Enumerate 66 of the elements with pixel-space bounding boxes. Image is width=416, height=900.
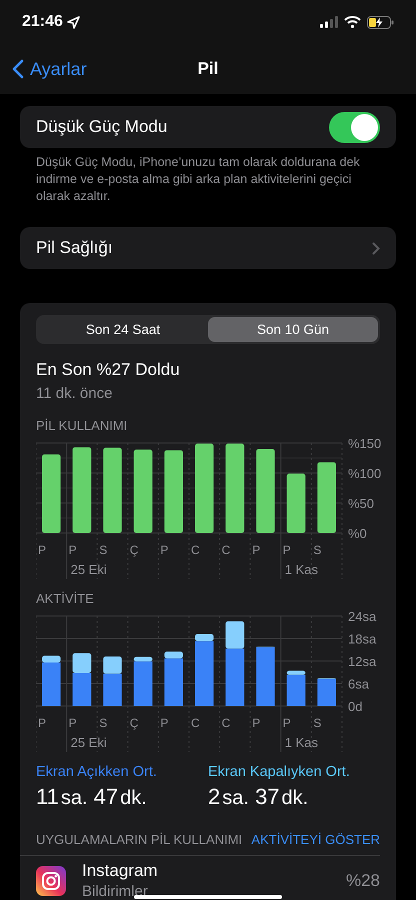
chart-title: AKTİVİTE <box>36 591 95 606</box>
day-label: S <box>99 543 108 557</box>
chevron-icon <box>372 242 380 254</box>
day-label: C <box>191 716 200 730</box>
app-detail: Bildirimler <box>82 883 148 900</box>
average-value: 2sa. 37dk. <box>208 784 310 810</box>
day-label: Ç <box>130 543 138 557</box>
day-label: P <box>252 716 260 730</box>
battery-health-row[interactable]: Pil Sağlığı <box>20 227 396 269</box>
axis-tick-label: %150 <box>348 436 382 451</box>
app-name: Instagram <box>82 861 158 881</box>
setting-label: Düşük Güç Modu <box>36 117 168 137</box>
average-value: 11sa. 47dk. <box>36 784 148 810</box>
day-label: P <box>160 716 168 730</box>
axis-tick-label: 18sa <box>348 632 376 646</box>
average-label: Ekran Kapalıyken Ort. <box>208 764 351 780</box>
day-label: S <box>99 716 108 730</box>
show-activity-link[interactable]: AKTİVİTEYİ GÖSTER <box>251 832 380 847</box>
usage-percent: %28 <box>346 870 380 890</box>
date-label: 25 Eki <box>70 735 107 750</box>
location-arrow-icon <box>66 16 80 28</box>
day-label: P <box>160 543 168 557</box>
chart-bar <box>317 462 336 533</box>
date-label: 1 Kas <box>284 735 318 750</box>
axis-tick-label: 24sa <box>348 609 376 624</box>
day-label: P <box>38 543 46 557</box>
day-label: P <box>282 543 291 557</box>
axis-tick-label: %50 <box>348 496 374 511</box>
day-label: P <box>252 543 260 557</box>
day-label: S <box>313 543 322 557</box>
axis-tick-label: %100 <box>348 466 382 481</box>
chevron-left-icon <box>12 59 24 79</box>
day-label: C <box>191 543 200 557</box>
day-label: C <box>222 716 230 730</box>
status-time: 21:46 <box>22 13 63 31</box>
last-charge-title: En Son %27 Doldu <box>36 360 181 380</box>
day-label: P <box>282 716 291 730</box>
day-label: S <box>313 716 322 730</box>
day-label: P <box>68 543 77 557</box>
day-label: C <box>222 543 230 557</box>
day-label: P <box>68 716 77 730</box>
section-header: UYGULAMALARIN PİL KULLANIMI <box>36 832 242 847</box>
day-label: Ç <box>130 716 138 730</box>
average-label: Ekran Açıkken Ort. <box>36 764 158 780</box>
camera-app-icon <box>36 866 66 896</box>
day-label: P <box>38 716 46 730</box>
back-button[interactable]: Ayarlar <box>0 58 93 80</box>
chart-title: PİL KULLANIMI <box>36 418 128 433</box>
date-label: 1 Kas <box>284 562 318 577</box>
battery-charging-icon <box>367 16 394 28</box>
toggle-switch[interactable] <box>329 112 380 142</box>
axis-tick-label: 6sa <box>348 676 369 692</box>
app-row[interactable]: Instagram Bildirimler %28 <box>36 856 380 900</box>
date-label: 25 Eki <box>70 562 107 577</box>
footer-note: Düşük Güç Modu, iPhone’unuzu tam olarak doldurana dek indirme ve e-posta alma gibi arka plan aktivitelerini geçici olarak azaltır. <box>35 154 361 205</box>
segment-tab[interactable]: Son 24 Saat <box>38 317 208 342</box>
cellular-signal-icon <box>320 16 338 28</box>
axis-tick-label: 0d <box>348 699 362 714</box>
axis-tick-label: %0 <box>348 526 367 541</box>
setting-label: Pil Sağlığı <box>36 238 113 258</box>
chart-bar <box>286 474 306 533</box>
segment-tab[interactable]: Son 10 Gün <box>208 317 378 342</box>
last-charge-time: 11 dk. önce <box>36 385 114 402</box>
nav-title: Pil <box>198 59 218 78</box>
axis-tick-label: 12sa <box>348 654 376 669</box>
wifi-icon <box>344 16 361 28</box>
